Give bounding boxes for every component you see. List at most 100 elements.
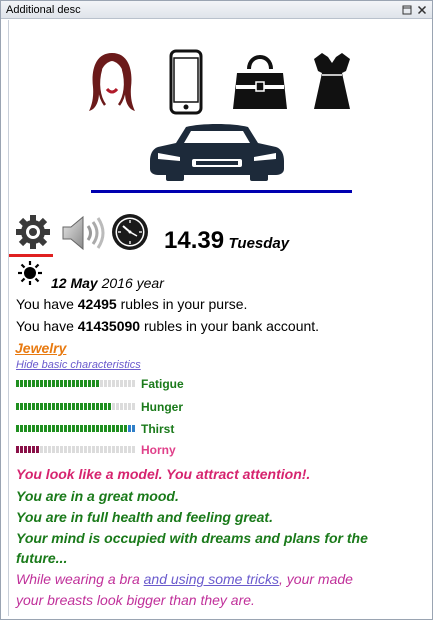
bar-segment <box>132 403 135 410</box>
bar-segment <box>68 403 71 410</box>
bar-segment <box>100 403 103 410</box>
bar-segment <box>104 446 107 453</box>
bar-segment <box>24 403 27 410</box>
purse-line: You have 42495 rubles in your purse. <box>16 296 247 312</box>
bar-segment <box>120 446 123 453</box>
bar-segment <box>112 403 115 410</box>
bar-segment <box>40 425 43 432</box>
bar-segment <box>120 380 123 387</box>
gear-icon[interactable] <box>15 214 51 255</box>
bar-segment <box>88 380 91 387</box>
bar-segment <box>56 380 59 387</box>
bar-segment <box>112 446 115 453</box>
bar-segment <box>20 403 23 410</box>
bar-segment <box>124 446 127 453</box>
bar-segment <box>36 425 39 432</box>
purse-prefix: You have <box>16 296 78 312</box>
bra-text-a: While wearing a bra <box>16 571 144 587</box>
bar-segment <box>88 446 91 453</box>
bar-segment <box>68 425 71 432</box>
bar-segment <box>28 446 31 453</box>
bar-segment <box>96 446 99 453</box>
bar-segment <box>68 380 71 387</box>
bar-segment <box>76 446 79 453</box>
bar-segment <box>132 425 135 432</box>
phone-icon[interactable] <box>169 49 203 115</box>
bar-segment <box>64 403 67 410</box>
bar-segment <box>104 425 107 432</box>
car-underline <box>91 190 352 193</box>
bar-segment <box>48 403 51 410</box>
bar-segment <box>132 446 135 453</box>
bar-segment <box>52 446 55 453</box>
maximize-icon[interactable] <box>402 5 412 15</box>
car-icon[interactable] <box>146 121 288 188</box>
bar-segment <box>48 446 51 453</box>
message-mood: You are in a great mood. <box>16 488 179 504</box>
bar-segment <box>72 403 75 410</box>
bar-segment <box>60 403 63 410</box>
bar-segment <box>28 403 31 410</box>
bar-segment <box>80 403 83 410</box>
bar-segment <box>72 446 75 453</box>
bar-segment <box>36 380 39 387</box>
bar-segment <box>36 446 39 453</box>
bar-segment <box>104 403 107 410</box>
message-mind-line2: future... <box>16 550 68 566</box>
bar-segment <box>20 380 23 387</box>
message-health: You are in full health and feeling great… <box>16 509 273 525</box>
dress-icon[interactable] <box>306 49 358 115</box>
bar-segment <box>72 425 75 432</box>
bar-segment <box>76 425 79 432</box>
bar-segment <box>44 425 47 432</box>
bar-segment <box>60 380 63 387</box>
bank-suffix: rubles in your bank account. <box>140 318 320 334</box>
bar-segment <box>132 380 135 387</box>
bar-segment <box>76 403 79 410</box>
jewelry-link[interactable]: Jewelry <box>15 340 66 356</box>
hide-characteristics-link[interactable]: Hide basic characteristics <box>16 359 141 371</box>
date-year: 2016 year <box>101 275 164 291</box>
purse-amount: 42495 <box>77 296 117 312</box>
hair-icon[interactable] <box>87 49 137 115</box>
message-mind-line1: Your mind is occupied with dreams and pl… <box>16 530 368 546</box>
date-line: 12 May 2016 year <box>51 275 164 291</box>
time-display: 14.39 Tuesday <box>164 227 289 255</box>
fatigue-label: Fatigue <box>141 377 184 391</box>
bank-line: You have 41435090 rubles in your bank ac… <box>16 318 319 334</box>
bar-segment <box>88 425 91 432</box>
bar-segment <box>44 446 47 453</box>
handbag-icon[interactable] <box>231 49 289 115</box>
content-panel: 14.39 Tuesday 12 May 2016 year You have … <box>8 20 428 616</box>
additional-desc-window: Additional desc 14.39 Tuesday 12 May 201… <box>0 0 433 620</box>
bar-segment <box>16 380 19 387</box>
bar-segment <box>116 446 119 453</box>
window-controls <box>402 5 427 15</box>
bar-segment <box>112 425 115 432</box>
message-bra-line1: While wearing a bra and using some trick… <box>16 571 353 587</box>
bar-segment <box>52 425 55 432</box>
bar-segment <box>116 403 119 410</box>
bar-segment <box>84 380 87 387</box>
clock-icon[interactable] <box>110 212 150 257</box>
bar-segment <box>24 425 27 432</box>
bar-segment <box>64 446 67 453</box>
bar-segment <box>124 403 127 410</box>
close-icon[interactable] <box>417 5 427 15</box>
settings-underline <box>9 254 53 257</box>
tricks-link[interactable]: and using some tricks <box>144 571 279 587</box>
bar-segment <box>24 446 27 453</box>
bar-segment <box>64 425 67 432</box>
bar-segment <box>100 446 103 453</box>
bar-segment <box>40 446 43 453</box>
bar-segment <box>60 446 63 453</box>
bar-segment <box>72 380 75 387</box>
speaker-icon[interactable] <box>59 213 107 258</box>
bar-segment <box>96 403 99 410</box>
bar-segment <box>84 446 87 453</box>
bra-text-b: , your made <box>279 571 353 587</box>
bar-segment <box>92 446 95 453</box>
bar-segment <box>76 380 79 387</box>
weekday: Tuesday <box>228 235 290 252</box>
bar-segment <box>120 403 123 410</box>
